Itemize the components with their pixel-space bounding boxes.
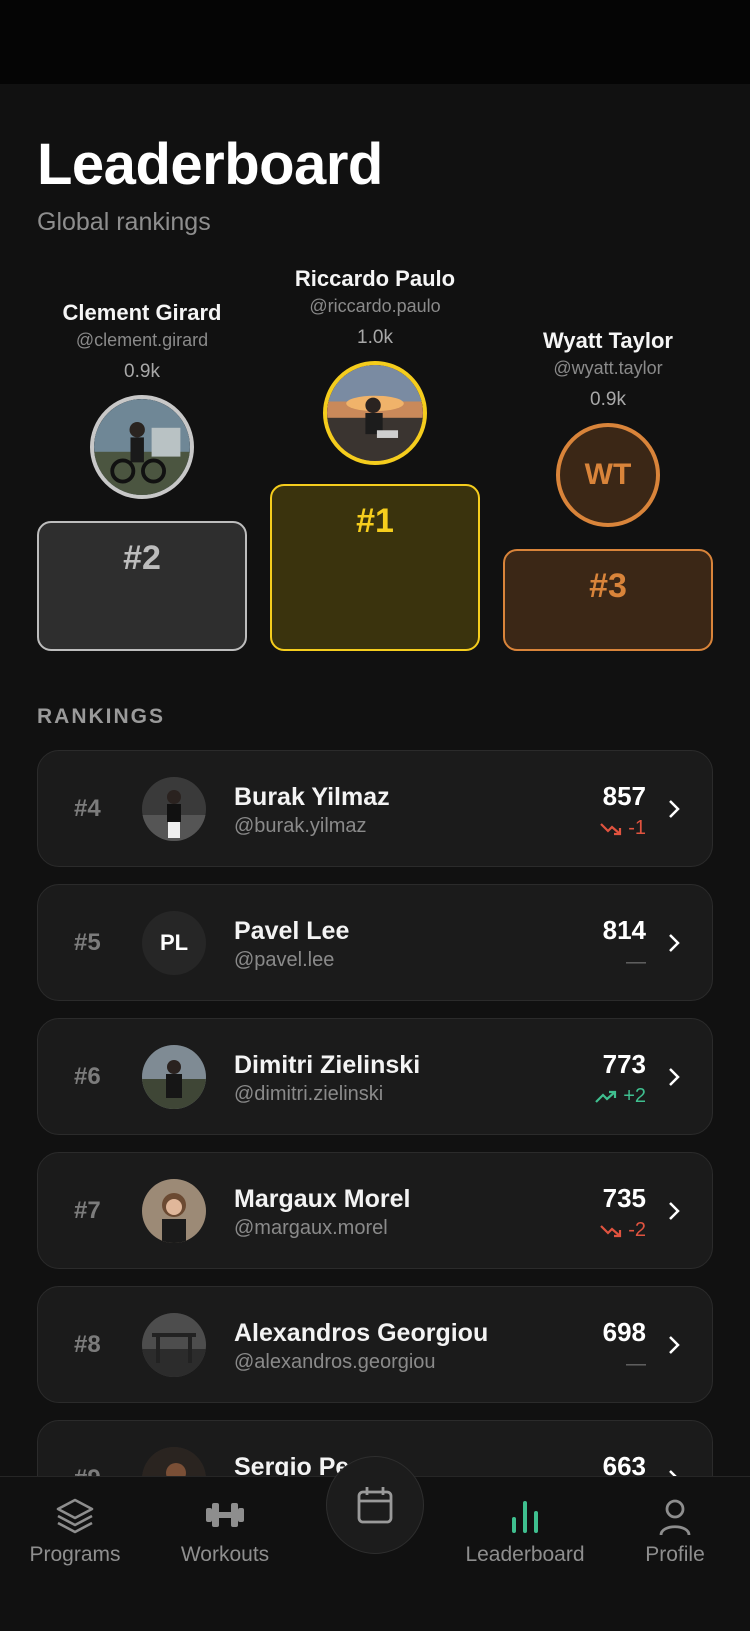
row-delta: — xyxy=(626,951,646,974)
row-score: 735 xyxy=(602,1183,646,1213)
row-delta: -2 xyxy=(600,1219,646,1242)
chevron-right-icon xyxy=(669,1202,680,1220)
tab-programs[interactable]: Programs xyxy=(0,1477,150,1607)
avatar: PL xyxy=(142,911,206,975)
tab-leaderboard-label: Leaderboard xyxy=(465,1543,585,1566)
trend-up-icon xyxy=(595,1090,617,1103)
calendar-button[interactable] xyxy=(326,1456,424,1554)
podium-second-avatar xyxy=(90,395,194,499)
row-delta-value: — xyxy=(626,1353,646,1375)
row-handle: @margaux.morel xyxy=(234,1217,388,1239)
bar-chart-icon xyxy=(512,1501,538,1533)
layers-icon xyxy=(56,1498,94,1534)
row-handle: @dimitri.zielinski xyxy=(234,1083,384,1105)
calendar-icon xyxy=(357,1487,393,1524)
avatar xyxy=(142,1179,206,1243)
podium-third-initials: WT xyxy=(584,458,632,491)
tab-workouts-label: Workouts xyxy=(180,1543,270,1566)
trend-down-icon xyxy=(600,1224,622,1237)
podium-first[interactable]: Riccardo Paulo @riccardo.paulo 1.0k xyxy=(270,266,480,465)
row-delta: +2 xyxy=(595,1085,646,1108)
podium-second-block: #2 xyxy=(37,521,247,651)
podium-second-handle: @clement.girard xyxy=(75,330,209,350)
podium-third-block: #3 xyxy=(503,549,713,651)
row-rank: #8 xyxy=(74,1330,101,1358)
row-rank: #4 xyxy=(74,794,101,822)
row-score: 773 xyxy=(602,1049,646,1079)
row-delta-value: +2 xyxy=(623,1085,646,1107)
podium-second-score: 0.9k xyxy=(124,361,160,382)
trend-down-icon xyxy=(600,822,622,835)
podium-third[interactable]: Wyatt Taylor @wyatt.taylor 0.9k WT xyxy=(503,328,713,527)
tab-programs-label: Programs xyxy=(29,1543,121,1566)
podium-third-name: Wyatt Taylor xyxy=(543,328,673,353)
page-header: Leaderboard Global rankings xyxy=(37,136,383,237)
row-delta: -1 xyxy=(600,817,646,840)
chevron-right-icon xyxy=(669,1336,680,1354)
row-rank: #6 xyxy=(74,1062,101,1090)
ranking-row[interactable]: #5 PL Pavel Lee @pavel.lee 814 — xyxy=(37,884,713,1001)
row-rank: #5 xyxy=(74,928,101,956)
row-name: Pavel Lee xyxy=(234,917,350,945)
tab-profile[interactable]: Profile xyxy=(600,1477,750,1607)
avatar xyxy=(142,1313,206,1377)
podium-first-handle: @riccardo.paulo xyxy=(309,296,441,316)
row-name: Alexandros Georgiou xyxy=(234,1319,489,1347)
row-delta-value: — xyxy=(626,951,646,973)
ranking-row[interactable]: #4 Burak Yilmaz @burak.yilmaz 857 -1 xyxy=(37,750,713,867)
rankings-label: RANKINGS xyxy=(37,705,166,728)
row-score: 857 xyxy=(602,781,646,811)
row-delta: — xyxy=(626,1353,646,1376)
row-name: Burak Yilmaz xyxy=(234,783,390,811)
tab-profile-label: Profile xyxy=(645,1543,705,1566)
row-delta-value: -2 xyxy=(628,1219,646,1241)
podium-first-block: #1 xyxy=(270,484,480,651)
row-name: Margaux Morel xyxy=(234,1185,411,1213)
user-icon xyxy=(659,1499,691,1536)
chevron-right-icon xyxy=(669,1068,680,1086)
row-handle: @burak.yilmaz xyxy=(234,815,367,837)
chevron-right-icon xyxy=(669,800,680,818)
podium-third-score: 0.9k xyxy=(590,389,626,410)
tab-workouts[interactable]: Workouts xyxy=(150,1477,300,1607)
ranking-row[interactable]: #6 Dimitri Zielinski @dimitri.zielinski … xyxy=(37,1018,713,1135)
page-title: Leaderboard xyxy=(37,132,383,197)
podium-first-score: 1.0k xyxy=(357,327,393,348)
tab-leaderboard[interactable]: Leaderboard xyxy=(450,1477,600,1607)
row-handle: @alexandros.georgiou xyxy=(234,1351,436,1373)
podium-second[interactable]: Clement Girard @clement.girard 0.9k xyxy=(37,300,247,499)
avatar xyxy=(142,777,206,841)
avatar xyxy=(142,1045,206,1109)
page-subtitle: Global rankings xyxy=(37,208,211,236)
row-name: Dimitri Zielinski xyxy=(234,1051,421,1079)
dumbbell-icon xyxy=(206,1503,244,1527)
podium-second-name: Clement Girard xyxy=(62,300,222,325)
row-handle: @pavel.lee xyxy=(234,949,335,971)
row-score: 698 xyxy=(602,1317,646,1347)
row-delta-value: -1 xyxy=(628,817,646,839)
podium-first-name: Riccardo Paulo xyxy=(294,266,456,291)
chevron-right-icon xyxy=(669,934,680,952)
podium-third-avatar: WT xyxy=(556,423,660,527)
row-score: 814 xyxy=(602,915,646,945)
row-rank: #7 xyxy=(74,1196,101,1224)
ranking-row[interactable]: #7 Margaux Morel @margaux.morel 735 -2 xyxy=(37,1152,713,1269)
podium-third-handle: @wyatt.taylor xyxy=(553,358,663,378)
status-bar xyxy=(0,0,750,84)
podium-first-avatar xyxy=(323,361,427,465)
ranking-row[interactable]: #8 Alexandros Georgiou @alexandros.georg… xyxy=(37,1286,713,1403)
